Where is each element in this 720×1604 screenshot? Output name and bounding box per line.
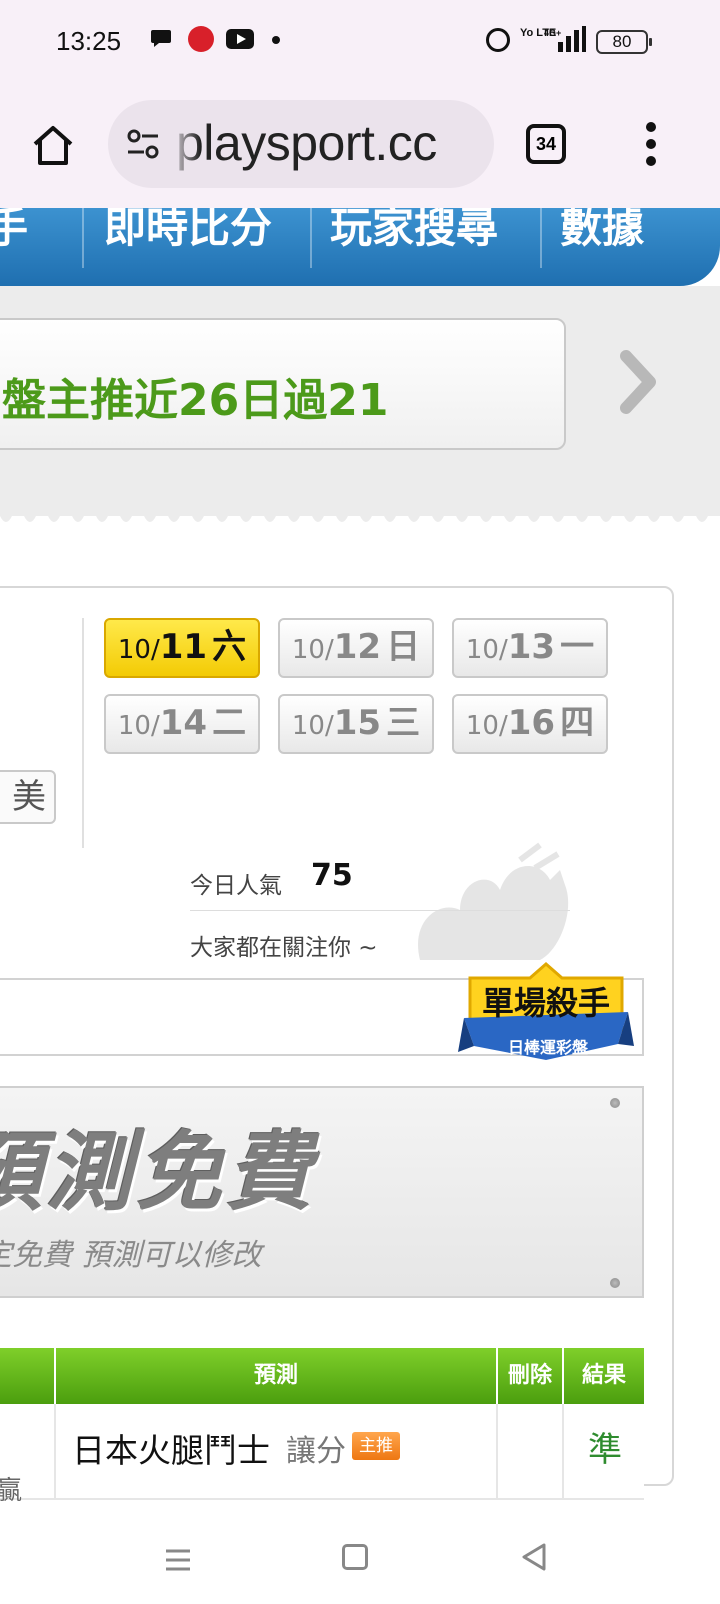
site-settings-icon[interactable] — [126, 128, 160, 160]
date-weekday: 日 — [386, 627, 421, 667]
date-day: 15 — [333, 703, 382, 743]
date-month: 10/ — [291, 711, 334, 741]
rivet-icon — [610, 1098, 620, 1108]
alarm-icon — [486, 28, 510, 52]
date-day: 12 — [333, 627, 382, 667]
main-pick-badge: 主推 — [352, 1432, 400, 1460]
date-day: 16 — [507, 703, 556, 743]
more-notifications-icon — [272, 36, 280, 44]
follow-text: 大家都在關注你 ~ — [190, 935, 378, 961]
more-options-icon[interactable] — [646, 122, 658, 168]
url-text[interactable]: playsport.cc — [176, 114, 437, 172]
home-icon[interactable] — [30, 122, 76, 168]
sport-filter-button[interactable]: 美足 — [0, 770, 56, 824]
popularity-divider — [190, 910, 570, 911]
cell-divider — [496, 1404, 498, 1500]
badge-subtitle: 日棒運彩盤 — [507, 1038, 588, 1057]
date-weekday: 三 — [386, 703, 421, 743]
prediction-handicap: 讓分 — [286, 1434, 346, 1469]
date-month: 10/ — [291, 635, 334, 665]
date-day: 11 — [159, 627, 208, 667]
app-logo-icon — [188, 26, 214, 52]
date-weekday: 四 — [560, 703, 595, 743]
tab-switcher-button[interactable]: 34 — [526, 124, 566, 164]
system-navigation-bar — [0, 1504, 720, 1604]
date-weekday: 二 — [212, 703, 247, 743]
date-weekday: 一 — [560, 627, 595, 667]
battery-indicator: 80 — [596, 30, 652, 54]
rivet-icon — [610, 1278, 620, 1288]
nav-item-player-search[interactable]: 玩家搜尋 — [330, 208, 498, 255]
signal-icon: 4G+ — [544, 26, 586, 52]
nav-separator — [310, 208, 312, 268]
wave-divider — [0, 516, 720, 528]
recent-apps-icon[interactable] — [164, 1548, 192, 1572]
url-fade — [170, 100, 200, 188]
badge-title: 單場殺手 — [481, 984, 610, 1022]
date-day: 13 — [507, 627, 556, 667]
column-header-delete: 刪除 — [496, 1348, 562, 1404]
mascot-watermark-icon — [418, 842, 569, 960]
promo-banner[interactable]: 盤主推近26日過21 — [0, 318, 566, 450]
date-button-1015[interactable]: 10/15 三 — [278, 694, 434, 754]
date-button-1016[interactable]: 10/16 四 — [452, 694, 608, 754]
chat-icon — [151, 30, 171, 47]
home-nav-icon[interactable] — [342, 1544, 368, 1570]
prediction-result: 準 — [588, 1430, 622, 1470]
nav-separator — [540, 208, 542, 268]
nav-item-data[interactable]: 數據 — [560, 208, 644, 255]
table-header: 預測 刪除 結果 — [0, 1348, 644, 1404]
promo-area: 盤主推近26日過21 — [0, 286, 720, 528]
date-button-1012[interactable]: 10/12 日 — [278, 618, 434, 678]
popularity-label: 今日人氣 — [190, 873, 282, 899]
free-prediction-banner[interactable]: 預測免費 定免費 預測可以修改 — [0, 1086, 644, 1298]
column-header-result: 結果 — [562, 1348, 644, 1404]
nav-item-live-scores[interactable]: 即時比分 — [104, 208, 272, 255]
date-button-1011[interactable]: 10/11 六 — [104, 618, 260, 678]
date-button-1013[interactable]: 10/13 一 — [452, 618, 608, 678]
site-navigation: 手 即時比分 玩家搜尋 數據 — [0, 208, 720, 286]
browser-toolbar: playsport.cc 34 — [0, 82, 720, 208]
free-banner-subtitle: 定免費 預測可以修改 — [0, 1238, 262, 1273]
signal-label: 4G+ — [544, 28, 561, 38]
date-button-1014[interactable]: 10/14 二 — [104, 694, 260, 754]
nav-separator — [82, 208, 84, 268]
address-bar[interactable]: playsport.cc — [108, 100, 494, 188]
date-day: 14 — [159, 703, 208, 743]
prediction-team[interactable]: 日本火腿鬥士 — [72, 1424, 270, 1472]
date-month: 10/ — [465, 635, 508, 665]
column-header-prediction: 預測 — [54, 1348, 496, 1404]
date-month: 10/ — [117, 635, 160, 665]
date-month: 10/ — [465, 711, 508, 741]
cell-divider — [562, 1404, 564, 1500]
date-weekday: 六 — [212, 627, 247, 667]
nav-item-experts[interactable]: 手 — [0, 208, 28, 255]
row-left-text: 贏 — [0, 1476, 23, 1506]
cell-divider — [54, 1404, 56, 1500]
promo-text[interactable]: 盤主推近26日過21 — [2, 364, 388, 428]
free-banner-title: 預測免費 — [0, 1123, 316, 1223]
status-bar: 13:25 Yo LTE 4G+ 80 — [0, 0, 720, 82]
date-month: 10/ — [117, 711, 160, 741]
clock: 13:25 — [56, 26, 122, 56]
chevron-right-icon[interactable] — [618, 350, 658, 414]
back-icon[interactable] — [520, 1542, 548, 1572]
panel-divider — [82, 618, 84, 848]
youtube-icon — [226, 29, 254, 49]
popularity-value: 75 — [311, 858, 353, 893]
single-game-killer-badge[interactable]: 單場殺手 日棒運彩盤 — [458, 960, 634, 1076]
